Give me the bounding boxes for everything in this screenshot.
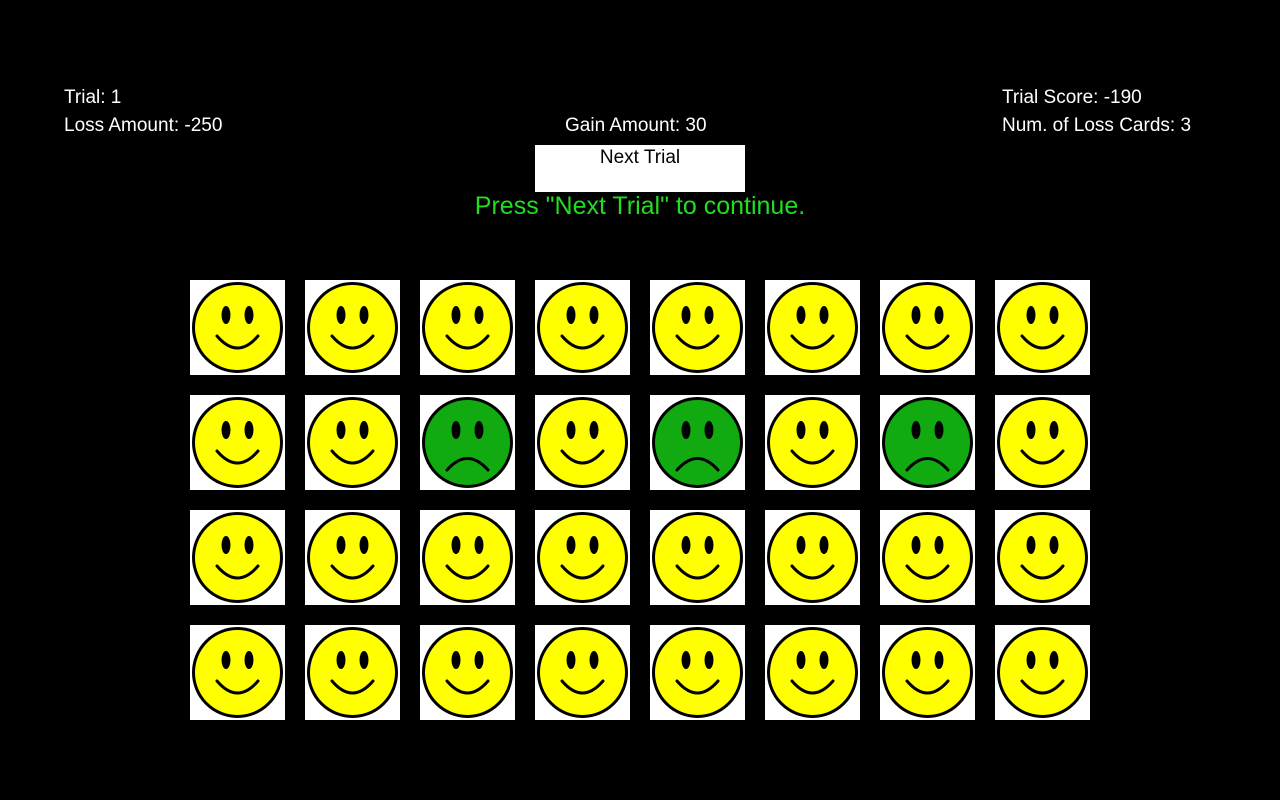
card[interactable] — [880, 510, 975, 605]
card[interactable] — [305, 510, 400, 605]
gain-face-icon — [307, 512, 398, 603]
card[interactable] — [765, 395, 860, 490]
gain-face-icon — [422, 282, 513, 373]
card[interactable] — [765, 625, 860, 720]
card[interactable] — [650, 625, 745, 720]
card[interactable] — [880, 625, 975, 720]
card[interactable] — [995, 280, 1090, 375]
card[interactable] — [995, 395, 1090, 490]
loss-face-icon — [882, 397, 973, 488]
card[interactable] — [995, 625, 1090, 720]
gain-face-icon — [192, 397, 283, 488]
card[interactable] — [305, 395, 400, 490]
card[interactable] — [650, 395, 745, 490]
loss-amount-label: Loss Amount: -250 — [64, 115, 223, 136]
next-trial-button[interactable]: Next Trial — [535, 145, 745, 192]
gain-face-icon — [997, 627, 1088, 718]
gain-face-icon — [422, 627, 513, 718]
gain-face-icon — [997, 512, 1088, 603]
gain-face-icon — [882, 627, 973, 718]
loss-face-icon — [422, 397, 513, 488]
card[interactable] — [420, 280, 515, 375]
card-grid — [190, 280, 1090, 720]
loss-cards-count-label: Num. of Loss Cards: 3 — [1002, 115, 1192, 136]
gain-face-icon — [997, 397, 1088, 488]
card[interactable] — [305, 280, 400, 375]
card[interactable] — [765, 510, 860, 605]
card[interactable] — [880, 280, 975, 375]
gain-amount-label: Gain Amount: 30 — [565, 115, 707, 136]
card[interactable] — [535, 510, 630, 605]
gain-face-icon — [537, 282, 628, 373]
card[interactable] — [190, 625, 285, 720]
card[interactable] — [535, 395, 630, 490]
gain-face-icon — [652, 282, 743, 373]
loss-face-icon — [652, 397, 743, 488]
card[interactable] — [650, 280, 745, 375]
gain-face-icon — [537, 512, 628, 603]
next-trial-button-label: Next Trial — [599, 147, 681, 168]
card[interactable] — [190, 510, 285, 605]
gain-face-icon — [767, 512, 858, 603]
gain-face-icon — [307, 282, 398, 373]
gain-face-icon — [767, 282, 858, 373]
card[interactable] — [535, 625, 630, 720]
gain-face-icon — [537, 397, 628, 488]
gain-face-icon — [652, 627, 743, 718]
trial-score-label: Trial Score: -190 — [1002, 87, 1142, 108]
gain-face-icon — [997, 282, 1088, 373]
gain-face-icon — [422, 512, 513, 603]
card[interactable] — [190, 395, 285, 490]
card[interactable] — [420, 395, 515, 490]
card[interactable] — [650, 510, 745, 605]
card[interactable] — [880, 395, 975, 490]
gain-face-icon — [192, 627, 283, 718]
gain-face-icon — [882, 512, 973, 603]
gain-face-icon — [307, 627, 398, 718]
gain-face-icon — [307, 397, 398, 488]
gain-face-icon — [767, 397, 858, 488]
card[interactable] — [305, 625, 400, 720]
gain-face-icon — [537, 627, 628, 718]
gain-face-icon — [767, 627, 858, 718]
card[interactable] — [535, 280, 630, 375]
card[interactable] — [190, 280, 285, 375]
instruction-text: Press "Next Trial" to continue. — [474, 192, 806, 220]
gain-face-icon — [882, 282, 973, 373]
card[interactable] — [420, 625, 515, 720]
card[interactable] — [420, 510, 515, 605]
gain-face-icon — [652, 512, 743, 603]
gain-face-icon — [192, 282, 283, 373]
trial-number-label: Trial: 1 — [64, 87, 122, 108]
gain-face-icon — [192, 512, 283, 603]
card[interactable] — [995, 510, 1090, 605]
card[interactable] — [765, 280, 860, 375]
